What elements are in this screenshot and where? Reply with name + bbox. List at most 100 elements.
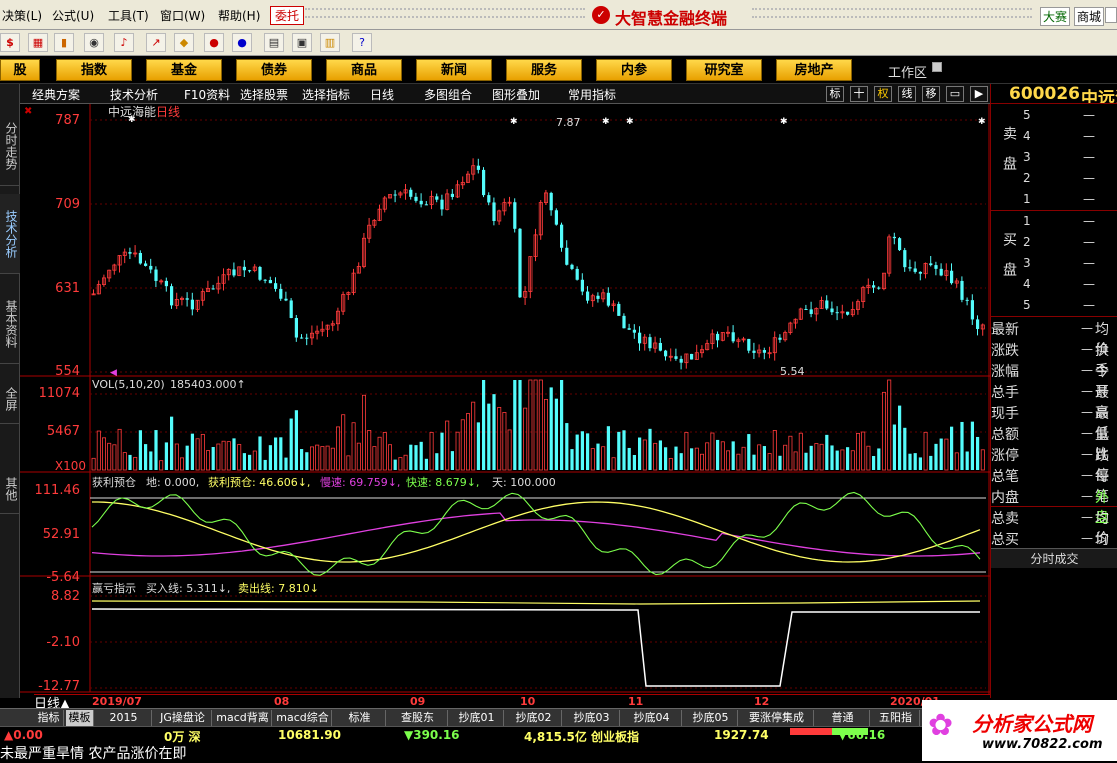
tool-daily[interactable]: 日线	[370, 86, 394, 103]
volume-bar	[970, 421, 974, 470]
alarm-icon[interactable]: ♪	[114, 33, 134, 52]
formula-tab[interactable]: 抄底01	[450, 710, 504, 726]
quote-row: 总笔 — 每笔	[991, 465, 1117, 505]
buy-price-4: —	[1083, 277, 1095, 291]
binoculars-icon[interactable]: ◉	[84, 33, 104, 52]
menu-formula[interactable]: 公式(U)	[52, 7, 94, 24]
quote-field-value: —	[1081, 426, 1093, 440]
volume-bar	[482, 380, 486, 470]
formula-tab[interactable]: JG操盘论	[154, 710, 212, 726]
formula-tab[interactable]: 要涨停集成	[740, 710, 814, 726]
quote-header: 600026 中远海能	[991, 84, 1117, 104]
buy-level-1: 1	[1023, 214, 1031, 228]
tool-tech-analysis[interactable]: 技术分析	[110, 86, 158, 103]
workspace-label[interactable]: 工作区	[888, 62, 927, 81]
tool-overlay[interactable]: 图形叠加	[492, 86, 540, 103]
menu-window[interactable]: 窗口(W)	[160, 7, 205, 24]
formula-tab[interactable]: 查股东	[388, 710, 448, 726]
quote-icon[interactable]: ▦	[28, 33, 48, 52]
volume-bar	[393, 459, 397, 470]
tool-play-icon[interactable]: ▶	[970, 86, 988, 102]
nav-fund[interactable]: 基金	[146, 59, 222, 81]
sell-level-2: 2	[1023, 171, 1031, 185]
tab-fundamental[interactable]: 基本资料	[0, 284, 20, 364]
volume-bar	[435, 453, 439, 470]
tool-window-icon[interactable]: ▭	[946, 86, 964, 102]
formula-tab[interactable]: 模板	[66, 710, 94, 726]
nav-commodity[interactable]: 商品	[326, 59, 402, 81]
menu-bar: 决策(L) 公式(U) 工具(T) 窗口(W) 帮助(H) 委托 ✓ 大智慧金融…	[0, 0, 1117, 30]
nav-index[interactable]: 指数	[56, 59, 132, 81]
nav-news[interactable]: 新闻	[416, 59, 492, 81]
nav-research[interactable]: 研究室	[686, 59, 762, 81]
notebook-icon[interactable]: ▤	[264, 33, 284, 52]
candle-body	[580, 279, 584, 292]
menu-decision[interactable]: 决策(L)	[2, 7, 42, 24]
bars-icon[interactable]: ▮	[54, 33, 74, 52]
tool-classic-scheme[interactable]: 经典方案	[32, 86, 80, 103]
quote-row: 内盘 — 外盘	[991, 486, 1117, 526]
books-icon[interactable]: ▥	[320, 33, 340, 52]
formula-tab[interactable]: 抄底05	[684, 710, 738, 726]
hat-icon[interactable]: ●	[204, 33, 224, 52]
sell-price-1: —	[1083, 192, 1095, 206]
vol-value: 185403.000↑	[170, 378, 246, 391]
candle-body	[518, 228, 522, 298]
buy-price-3: —	[1083, 256, 1095, 270]
more-button[interactable]	[1105, 7, 1117, 23]
ind1-tick-3: -5.64	[46, 570, 80, 585]
formula-tab[interactable]: 指标	[34, 710, 64, 726]
formula-tab[interactable]: 抄底02	[506, 710, 562, 726]
nav-insider[interactable]: 内参	[596, 59, 672, 81]
tool-mark[interactable]: 标	[826, 86, 844, 102]
tool-common-indicator[interactable]: 常用指标	[568, 86, 616, 103]
formula-tab[interactable]: 标准	[334, 710, 386, 726]
buy-level-5: 5	[1023, 298, 1031, 312]
formula-tab[interactable]: 抄底04	[622, 710, 682, 726]
chart-area[interactable]: ✖ 中远海能 日线 787 709 631 554 ✱ ✱ ✱ ✱ ✱ ✱◀ 7.87 5…	[20, 104, 990, 694]
nav-service[interactable]: 服务	[506, 59, 582, 81]
nav-stock[interactable]: 股	[0, 59, 40, 81]
globe-icon[interactable]: ●	[232, 33, 252, 52]
tool-select-indicator[interactable]: 选择指标	[302, 86, 350, 103]
tab-fullscreen[interactable]: 全屏	[0, 374, 20, 424]
formula-tab[interactable]: macd综合	[274, 710, 332, 726]
formula-tab[interactable]: 2015	[96, 710, 152, 726]
mail-icon[interactable]	[932, 62, 942, 72]
menu-help[interactable]: 帮助(H)	[218, 7, 260, 24]
formula-tab[interactable]: 普通	[816, 710, 870, 726]
dollar-icon[interactable]: $	[0, 33, 20, 52]
tool-select-stock[interactable]: 选择股票	[240, 86, 288, 103]
tick-trades-button[interactable]: 分时成交	[991, 548, 1117, 568]
help-pointer-icon[interactable]: ?	[352, 33, 372, 52]
trade-button[interactable]: 委托	[270, 6, 305, 25]
formula-tab[interactable]: 五阳指	[872, 710, 920, 726]
tool-multi-chart[interactable]: 多图组合	[424, 86, 472, 103]
tab-timeshare[interactable]: 分时走势	[0, 106, 20, 186]
tab-technical[interactable]: 技术分析	[0, 194, 20, 274]
tool-f10[interactable]: F10资料	[184, 86, 230, 103]
nav-bond[interactable]: 债券	[236, 59, 312, 81]
nav-realestate[interactable]: 房地产	[776, 59, 852, 81]
menu-tools[interactable]: 工具(T)	[108, 7, 149, 24]
mall-link[interactable]: 商城	[1074, 7, 1105, 26]
tab-other[interactable]: 其他	[0, 464, 20, 514]
formula-tab[interactable]: macd背离	[214, 710, 272, 726]
volume-bar	[632, 454, 636, 470]
volume-bar	[289, 418, 293, 470]
tool-move[interactable]: 移	[922, 86, 940, 102]
candle-body	[274, 283, 278, 289]
chart-up-icon[interactable]: ↗	[146, 33, 166, 52]
contest-link[interactable]: 大赛	[1040, 7, 1071, 26]
tool-rights[interactable]: 权	[874, 86, 892, 102]
volume-bar	[638, 437, 642, 470]
volume-bar	[476, 422, 480, 470]
diamond-icon[interactable]: ◆	[174, 33, 194, 52]
tool-crosshair[interactable]: 十	[850, 86, 868, 102]
stock-close-icon[interactable]: ✖	[24, 106, 32, 117]
window-icon[interactable]: ▣	[292, 33, 312, 52]
formula-tab[interactable]: 抄底03	[564, 710, 620, 726]
tool-line[interactable]: 线	[898, 86, 916, 102]
x-tick-4: 10	[520, 695, 536, 708]
volume-bar	[190, 433, 194, 470]
